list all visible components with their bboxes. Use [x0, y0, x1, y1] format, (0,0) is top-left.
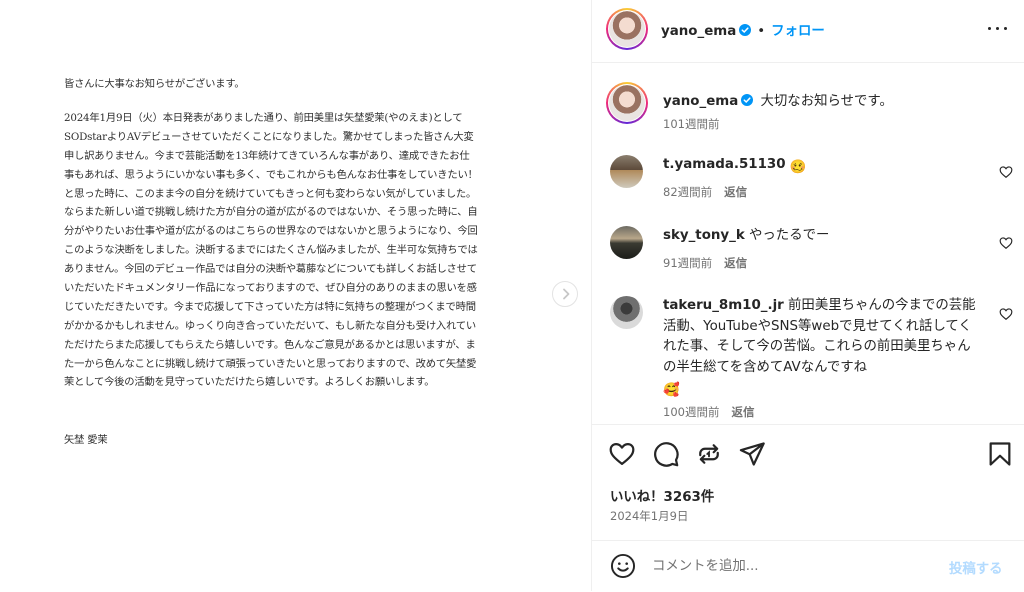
- header-username[interactable]: yano_ema: [661, 24, 736, 39]
- like-count[interactable]: いいね！3263件: [610, 485, 714, 505]
- caption-timestamp[interactable]: 101週間前: [663, 116, 719, 132]
- verified-badge-icon: [741, 94, 754, 106]
- letter-line: 申し訳ありません。今まで芸能活動を13年続けてきていろんな事があり、達成できたお…: [64, 149, 470, 162]
- follow-button[interactable]: フォロー: [771, 24, 825, 39]
- reply-button[interactable]: 返信: [724, 185, 747, 199]
- letter-signature: 矢埜 愛茉: [64, 434, 108, 446]
- chevron-right-icon: [563, 288, 570, 300]
- like-comment-icon[interactable]: [999, 165, 1013, 179]
- letter-line: ならまた新しい道で挑戦し続けた方が自分の道が広がるのではないか、そう思った時に、…: [64, 206, 478, 219]
- post-actions: いいね！3263件 2024年1月9日: [592, 424, 1024, 550]
- letter-line: いただいたドキュメンタリー作品になっておりますので、ぜひ自分のありのままの思いを…: [64, 282, 477, 295]
- reply-button[interactable]: 返信: [724, 256, 747, 270]
- comment-text: やったるでー: [749, 228, 830, 243]
- letter-line: じていただきたいです。今まで応援して下さっていた方は特に気持ちの整理がつくまで時…: [64, 300, 476, 313]
- like-comment-icon[interactable]: [999, 307, 1013, 321]
- bookmark-icon[interactable]: [986, 440, 1014, 468]
- commenter-avatar[interactable]: [610, 296, 643, 329]
- reply-button[interactable]: 返信: [731, 405, 754, 419]
- share-icon[interactable]: [738, 440, 766, 468]
- letter-line: ただけたらまた応援してもらえたら嬉しいです。色んなご意見があるかとは思いますが、…: [64, 338, 476, 351]
- verified-badge-icon: [739, 24, 752, 36]
- letter-line: 分がやりたいお仕事や道が広がるのはこちらの世界なのではないかと思うようになり、今…: [64, 225, 478, 238]
- comment-icon[interactable]: [652, 440, 680, 468]
- comment-input[interactable]: [652, 555, 922, 577]
- caption-avatar[interactable]: [606, 82, 648, 124]
- caption-username[interactable]: yano_ema: [663, 94, 738, 109]
- commenter-avatar[interactable]: [610, 226, 643, 259]
- post-details-panel: yano_ema • フォロー yano_ema 大切なお知らせです。 101週間前…: [591, 0, 1024, 591]
- more-options-icon[interactable]: [988, 27, 1008, 33]
- letter-line: た一から色んなことに挑戦し続けて頑張っていきたいと思っておりますので、改めて矢埜…: [64, 357, 477, 370]
- commenter-username[interactable]: t.yamada.51130: [663, 157, 786, 172]
- post-header: yano_ema • フォロー: [592, 0, 1024, 63]
- commenter-username[interactable]: sky_tony_k: [663, 228, 745, 243]
- letter-line: 2024年1月9日（火）本日発表がありました通り、前田美里は矢埜愛茉(やのえま)…: [64, 112, 463, 124]
- comment-text: 🥴: [789, 160, 807, 175]
- letter-greeting: 皆さんに大事なお知らせがございます。: [64, 78, 245, 90]
- letter-line: がかかるかもしれません。ゆっくり向き合っていただいて、もし新たな自分も受け入れて…: [64, 319, 477, 332]
- commenter-username[interactable]: takeru_8m10_.jr: [663, 298, 784, 313]
- header-separator: •: [757, 24, 766, 39]
- letter-line: このような決断をしました。決断するまでにはたくさん悩みましたが、生半可な気持ちで…: [64, 244, 478, 257]
- post-image: 皆さんに大事なお知らせがございます。 2024年1月9日（火）本日発表がありまし…: [0, 0, 591, 591]
- author-avatar[interactable]: [606, 8, 648, 50]
- like-comment-icon[interactable]: [999, 236, 1013, 250]
- repost-icon[interactable]: [695, 440, 723, 468]
- letter-line: と思った時に、このまま今の自分を続けていてもきっと何も変わらない気がしていました…: [64, 187, 477, 200]
- emoji-icon[interactable]: [610, 553, 636, 579]
- next-image-button[interactable]: [552, 281, 578, 307]
- letter-line: 茉として今後の活動を見守っていただけたら嬉しいです。よろしくお願いします。: [64, 376, 435, 389]
- comment-timestamp[interactable]: 82週間前: [663, 185, 712, 199]
- letter-body: 2024年1月9日（火）本日発表がありました通り、前田美里は矢埜愛茉(やのえま)…: [64, 109, 534, 392]
- add-comment-bar: 投稿する: [592, 540, 1024, 592]
- comment-emoji: 🥰: [663, 383, 680, 399]
- comment-timestamp[interactable]: 100週間前: [663, 405, 719, 419]
- letter-line: SODstarよりAVデビューさせていただくことになりました。驚かせてしまった皆…: [64, 130, 474, 143]
- comment-timestamp[interactable]: 91週間前: [663, 256, 712, 270]
- letter-line: 事もあれば、思うようにいかない事も多く、でもこれからも色んなお仕事をしていきたい…: [64, 168, 478, 181]
- post-date: 2024年1月9日: [610, 509, 689, 523]
- heart-icon[interactable]: [608, 440, 636, 468]
- letter-line: ありません。今回のデビュー作品では自分の決断や葛藤などについても詳しくお話しさせ…: [64, 263, 477, 276]
- post-comment-button[interactable]: 投稿する: [949, 557, 1003, 577]
- header-user-info: yano_ema • フォロー: [661, 19, 825, 39]
- caption-text: 大切なお知らせです。: [760, 94, 893, 109]
- commenter-avatar[interactable]: [610, 155, 643, 188]
